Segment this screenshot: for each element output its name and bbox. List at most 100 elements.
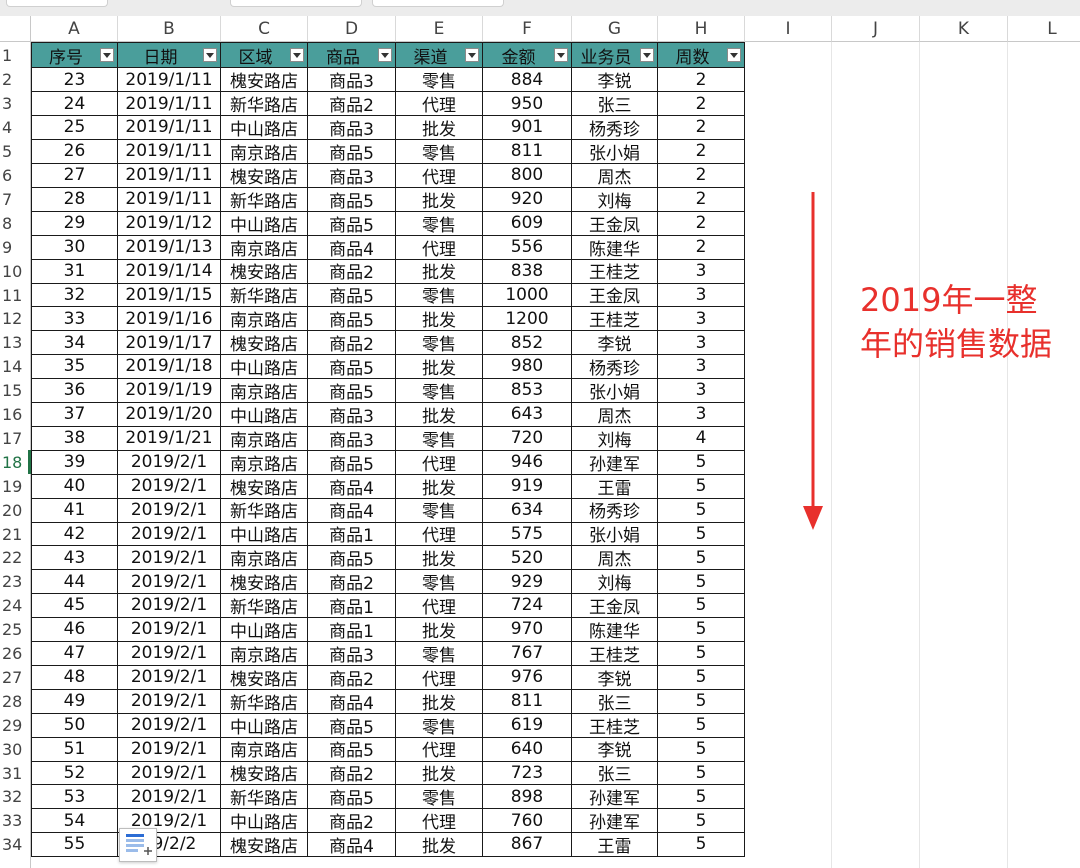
table-cell[interactable]: 商品5 (308, 187, 396, 212)
table-cell[interactable]: 38 (31, 426, 118, 451)
filter-dropdown-icon[interactable] (465, 48, 479, 62)
table-cell[interactable]: 5 (658, 546, 745, 571)
table-cell[interactable]: 商品2 (308, 569, 396, 595)
column-header-l[interactable]: L (1008, 16, 1080, 42)
table-cell[interactable]: 孙建军 (572, 785, 658, 810)
filter-dropdown-icon[interactable] (290, 48, 304, 62)
table-cell[interactable]: 5 (658, 450, 745, 475)
table-cell[interactable]: 商品4 (308, 832, 396, 858)
table-cell[interactable]: 南京路店 (221, 235, 308, 260)
row-header-14[interactable]: 14 (0, 355, 31, 379)
row-header-34[interactable]: 34 (0, 833, 31, 857)
table-cell[interactable]: 1200 (483, 307, 572, 332)
filter-dropdown-icon[interactable] (640, 48, 654, 62)
tab-stub[interactable] (230, 0, 362, 7)
table-cell[interactable]: 36 (31, 378, 118, 404)
table-cell[interactable]: 新华路店 (221, 283, 308, 308)
table-cell[interactable]: 王桂芝 (572, 713, 658, 738)
table-cell[interactable]: 代理 (396, 91, 483, 117)
table-cell[interactable]: 898 (483, 785, 572, 810)
table-cell[interactable]: 2019/2/1 (118, 641, 221, 666)
table-cell[interactable]: 5 (658, 785, 745, 810)
table-cell[interactable]: 商品4 (308, 474, 396, 499)
table-cell[interactable]: 760 (483, 808, 572, 834)
table-cell[interactable]: 批发 (396, 259, 483, 284)
table-cell[interactable]: 代理 (396, 665, 483, 690)
table-cell[interactable]: 槐安路店 (221, 68, 308, 93)
row-header-13[interactable]: 13 (0, 331, 31, 355)
table-cell[interactable]: 批发 (396, 689, 483, 714)
row-header-12[interactable]: 12 (0, 307, 31, 331)
table-cell[interactable]: 44 (31, 569, 118, 595)
table-cell[interactable]: 商品4 (308, 498, 396, 523)
table-cell[interactable]: 代理 (396, 450, 483, 475)
table-cell[interactable]: 946 (483, 450, 572, 475)
table-cell[interactable]: 25 (31, 115, 118, 141)
table-cell[interactable]: 陈建华 (572, 617, 658, 643)
table-cell[interactable]: 30 (31, 235, 118, 260)
table-cell[interactable]: 5 (658, 665, 745, 690)
table-cell[interactable]: 867 (483, 832, 572, 858)
table-cell[interactable]: 643 (483, 402, 572, 427)
table-cell[interactable]: 槐安路店 (221, 569, 308, 595)
table-cell[interactable]: 853 (483, 378, 572, 404)
table-cell[interactable]: 811 (483, 139, 572, 165)
column-header-c[interactable]: C (221, 16, 308, 42)
table-cell[interactable]: 4 (658, 426, 745, 451)
table-cell[interactable]: 32 (31, 283, 118, 308)
table-cell[interactable]: 商品5 (308, 139, 396, 165)
table-cell[interactable]: 520 (483, 546, 572, 571)
table-cell[interactable]: 批发 (396, 761, 483, 786)
table-cell[interactable]: 零售 (396, 426, 483, 451)
table-cell[interactable]: 槐安路店 (221, 832, 308, 858)
table-cell[interactable]: 商品3 (308, 402, 396, 427)
column-header-f[interactable]: F (483, 16, 572, 42)
table-cell[interactable]: 零售 (396, 330, 483, 356)
table-cell[interactable]: 李锐 (572, 665, 658, 690)
table-cell[interactable]: 商品1 (308, 522, 396, 547)
table-cell[interactable]: 商品2 (308, 761, 396, 786)
table-cell[interactable]: 中山路店 (221, 402, 308, 427)
table-cell[interactable]: 零售 (396, 211, 483, 236)
table-cell[interactable]: 35 (31, 354, 118, 380)
table-cell[interactable]: 3 (658, 354, 745, 380)
table-cell[interactable]: 槐安路店 (221, 474, 308, 499)
table-cell[interactable]: 商品5 (308, 378, 396, 404)
table-cell[interactable]: 批发 (396, 307, 483, 332)
row-header-11[interactable]: 11 (0, 283, 31, 307)
table-cell[interactable]: 新华路店 (221, 689, 308, 714)
table-cell[interactable]: 南京路店 (221, 426, 308, 451)
row-header-16[interactable]: 16 (0, 403, 31, 427)
table-cell[interactable]: 零售 (396, 713, 483, 738)
table-cell[interactable]: 800 (483, 163, 572, 188)
table-cell[interactable]: 陈建华 (572, 235, 658, 260)
tab-stub[interactable] (6, 0, 108, 7)
row-header-23[interactable]: 23 (0, 570, 31, 594)
table-cell[interactable]: 新华路店 (221, 498, 308, 523)
table-cell[interactable]: 2019/1/14 (118, 259, 221, 284)
table-cell[interactable]: 王桂芝 (572, 259, 658, 284)
table-cell[interactable]: 634 (483, 498, 572, 523)
table-header-cell[interactable]: 区域 (221, 42, 308, 68)
table-cell[interactable]: 2 (658, 211, 745, 236)
table-cell[interactable]: 5 (658, 832, 745, 858)
table-cell[interactable]: 767 (483, 641, 572, 666)
table-cell[interactable]: 王桂芝 (572, 307, 658, 332)
column-header-b[interactable]: B (118, 16, 221, 42)
table-cell[interactable]: 40 (31, 474, 118, 499)
table-cell[interactable]: 王金凤 (572, 593, 658, 619)
table-cell[interactable]: 南京路店 (221, 450, 308, 475)
table-cell[interactable]: 619 (483, 713, 572, 738)
table-cell[interactable]: 新华路店 (221, 91, 308, 117)
table-cell[interactable]: 零售 (396, 68, 483, 93)
table-cell[interactable]: 5 (658, 689, 745, 714)
table-cell[interactable]: 槐安路店 (221, 163, 308, 188)
table-cell[interactable]: 零售 (396, 498, 483, 523)
table-cell[interactable]: 45 (31, 593, 118, 619)
table-cell[interactable]: 代理 (396, 737, 483, 762)
table-cell[interactable]: 42 (31, 522, 118, 547)
table-cell[interactable]: 代理 (396, 522, 483, 547)
table-cell[interactable]: 3 (658, 402, 745, 427)
table-cell[interactable]: 811 (483, 689, 572, 714)
filter-dropdown-icon[interactable] (554, 48, 568, 62)
